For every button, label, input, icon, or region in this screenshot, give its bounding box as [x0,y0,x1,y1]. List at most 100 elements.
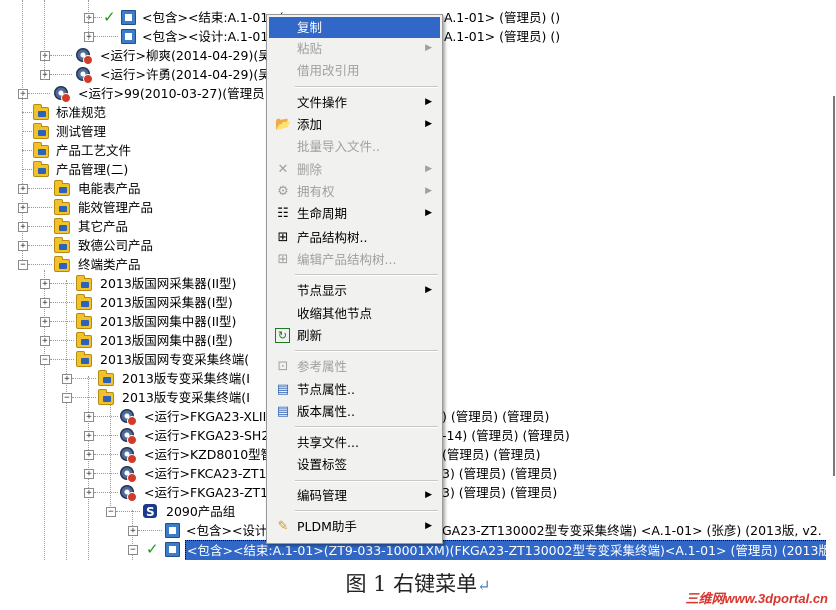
menu-item-refresh[interactable]: ↻ 刷新 [269,325,440,346]
tree-node[interactable]: + 2013版国网采集器(I型) [0,293,266,312]
expand-toggle[interactable]: + [40,70,50,80]
expand-toggle[interactable]: + [84,488,94,498]
checkmark-icon: ✓ [103,8,116,26]
expand-toggle[interactable]: + [18,241,28,251]
ownership-icon: ⚙ [277,184,289,199]
collapse-toggle[interactable]: − [128,545,138,555]
expand-toggle[interactable]: + [40,298,50,308]
expand-toggle[interactable]: + [84,412,94,422]
menu-item-reference-properties[interactable]: ⊡ 参考属性 [269,356,440,377]
menu-item-node-display[interactable]: 节点显示 ▶ [269,280,440,301]
collapse-toggle[interactable]: − [40,355,50,365]
menu-item-collapse-others[interactable]: 收缩其他节点 [269,303,440,324]
expand-toggle[interactable]: + [18,89,28,99]
tree-node[interactable]: − 2013版专变采集终端(I [0,388,266,407]
menu-item-share-file[interactable]: 共享文件... [269,432,440,453]
process-gear-icon [76,48,93,65]
expand-toggle[interactable]: + [84,469,94,479]
tree-node-tail: 3) (管理员) (管理员) [442,485,558,500]
tree-node[interactable]: − 2013版国网专变采集终端( [0,350,266,369]
expand-toggle[interactable]: + [128,526,138,536]
tree-node[interactable]: + 2013版国网集中器(II型) [0,312,266,331]
folder-icon [98,370,114,386]
menu-item-code-management[interactable]: 编码管理 ▶ [269,485,440,506]
collapse-toggle[interactable]: − [62,393,72,403]
structure-tree-icon: ⊞ [277,230,289,245]
process-gear-icon [120,409,137,426]
submenu-arrow-icon: ▶ [425,164,432,174]
node-properties-icon: ▤ [276,382,290,397]
expand-toggle[interactable]: + [18,222,28,232]
tree-node[interactable]: + 2013版国网采集器(II型) [0,274,266,293]
tree-node-label: 产品管理(二) [56,162,129,177]
collapse-toggle[interactable]: − [106,507,116,517]
menu-item-pldm-assistant[interactable]: ✎ PLDM助手 ▶ [269,516,440,537]
expand-toggle[interactable]: + [62,374,72,384]
tree-node[interactable]: 产品管理(二) [0,160,266,179]
tree-node[interactable]: − 终端类产品 [0,255,266,274]
expand-toggle[interactable]: + [84,13,94,23]
delete-x-icon: ✕ [277,162,289,177]
menu-item-edit-structure-tree[interactable]: ⊞ 编辑产品结构树... [269,249,440,270]
tree-node[interactable]: 产品工艺文件 [0,141,266,160]
menu-item-lifecycle[interactable]: ☷ 生命周期 ▶ [269,203,440,224]
tree-node[interactable]: + 致德公司产品 [0,236,266,255]
submenu-arrow-icon: ▶ [425,97,432,107]
menu-item-paste[interactable]: 粘贴 ▶ [269,38,440,59]
collapse-toggle[interactable]: − [18,260,28,270]
refresh-icon: ↻ [275,328,290,343]
tree-node-label: <包含><设计 [186,523,268,538]
tree-node-tail: ) (管理员) (管理员) [442,409,550,424]
process-gear-icon [76,67,93,84]
tree-node[interactable]: + <运行>99(2010-03-27)(管理员 [0,84,266,103]
tree-node[interactable]: + 能效管理产品 [0,198,266,217]
tree-node-label: 其它产品 [78,219,129,234]
tree-node[interactable]: + 2013版专变采集终端(I [0,369,266,388]
tree-node-label: <包含><设计:A.1-01 [142,29,269,44]
tree-node-label: 电能表产品 [78,181,141,196]
tree-node-label: <运行>柳爽(2014-04-29)(吴 [100,48,271,63]
folder-icon [54,218,70,234]
menu-item-version-properties[interactable]: ▤ 版本属性.. [269,401,440,422]
expand-toggle[interactable]: + [84,32,94,42]
folder-icon [33,142,49,158]
tree-node[interactable]: + <运行>柳爽(2014-04-29)(吴 [0,46,271,65]
submenu-arrow-icon: ▶ [425,208,432,218]
expand-toggle[interactable]: + [18,203,28,213]
tree-node-tail: GA23-ZT130002型专变采集终端) <A.1-01> (张彦) (201… [442,523,822,538]
version-properties-icon: ▤ [276,404,290,419]
menu-item-file-operations[interactable]: 文件操作 ▶ [269,92,440,113]
folder-icon [76,351,92,367]
tree-node[interactable]: 标准规范 [0,103,266,122]
menu-item-add[interactable]: 📂 添加 ▶ [269,114,440,135]
submenu-arrow-icon: ▶ [425,521,432,531]
tree-node[interactable]: + 电能表产品 [0,179,266,198]
expand-toggle[interactable]: + [84,450,94,460]
tree-node[interactable]: − 2090产品组 [0,502,266,522]
folder-icon [33,104,49,120]
menu-item-delete[interactable]: ✕ 删除 ▶ [269,159,440,180]
submenu-arrow-icon: ▶ [425,490,432,500]
tree-node[interactable]: 测试管理 [0,122,266,141]
tree-node[interactable]: + 2013版国网集中器(I型) [0,331,266,350]
expand-toggle[interactable]: + [84,431,94,441]
expand-toggle[interactable]: + [40,279,50,289]
process-gear-icon [54,86,71,103]
submenu-arrow-icon: ▶ [425,186,432,196]
menu-item-copy[interactable]: 复制 [269,17,440,38]
expand-toggle[interactable]: + [18,184,28,194]
tree-node[interactable]: + 其它产品 [0,217,266,236]
menu-item-node-properties[interactable]: ▤ 节点属性.. [269,379,440,400]
product-group-icon [143,503,157,522]
context-menu[interactable]: 复制 粘贴 ▶ 借用改引用 文件操作 ▶ 📂 添加 ▶ 批量导入文件.. ✕ 删… [266,14,443,544]
menu-item-set-label[interactable]: 设置标签 [269,454,440,475]
menu-item-ownership[interactable]: ⚙ 拥有权 ▶ [269,181,440,202]
menu-item-product-structure-tree[interactable]: ⊞ 产品结构树.. [269,227,440,248]
menu-item-borrow-to-reference[interactable]: 借用改引用 [269,60,440,81]
expand-toggle[interactable]: + [40,317,50,327]
tree-node[interactable]: + <运行>许勇(2014-04-29)(吴 [0,65,271,84]
expand-toggle[interactable]: + [40,51,50,61]
expand-toggle[interactable]: + [40,336,50,346]
menu-item-batch-import[interactable]: 批量导入文件.. [269,136,440,157]
vertical-scrollbar[interactable] [826,0,836,560]
